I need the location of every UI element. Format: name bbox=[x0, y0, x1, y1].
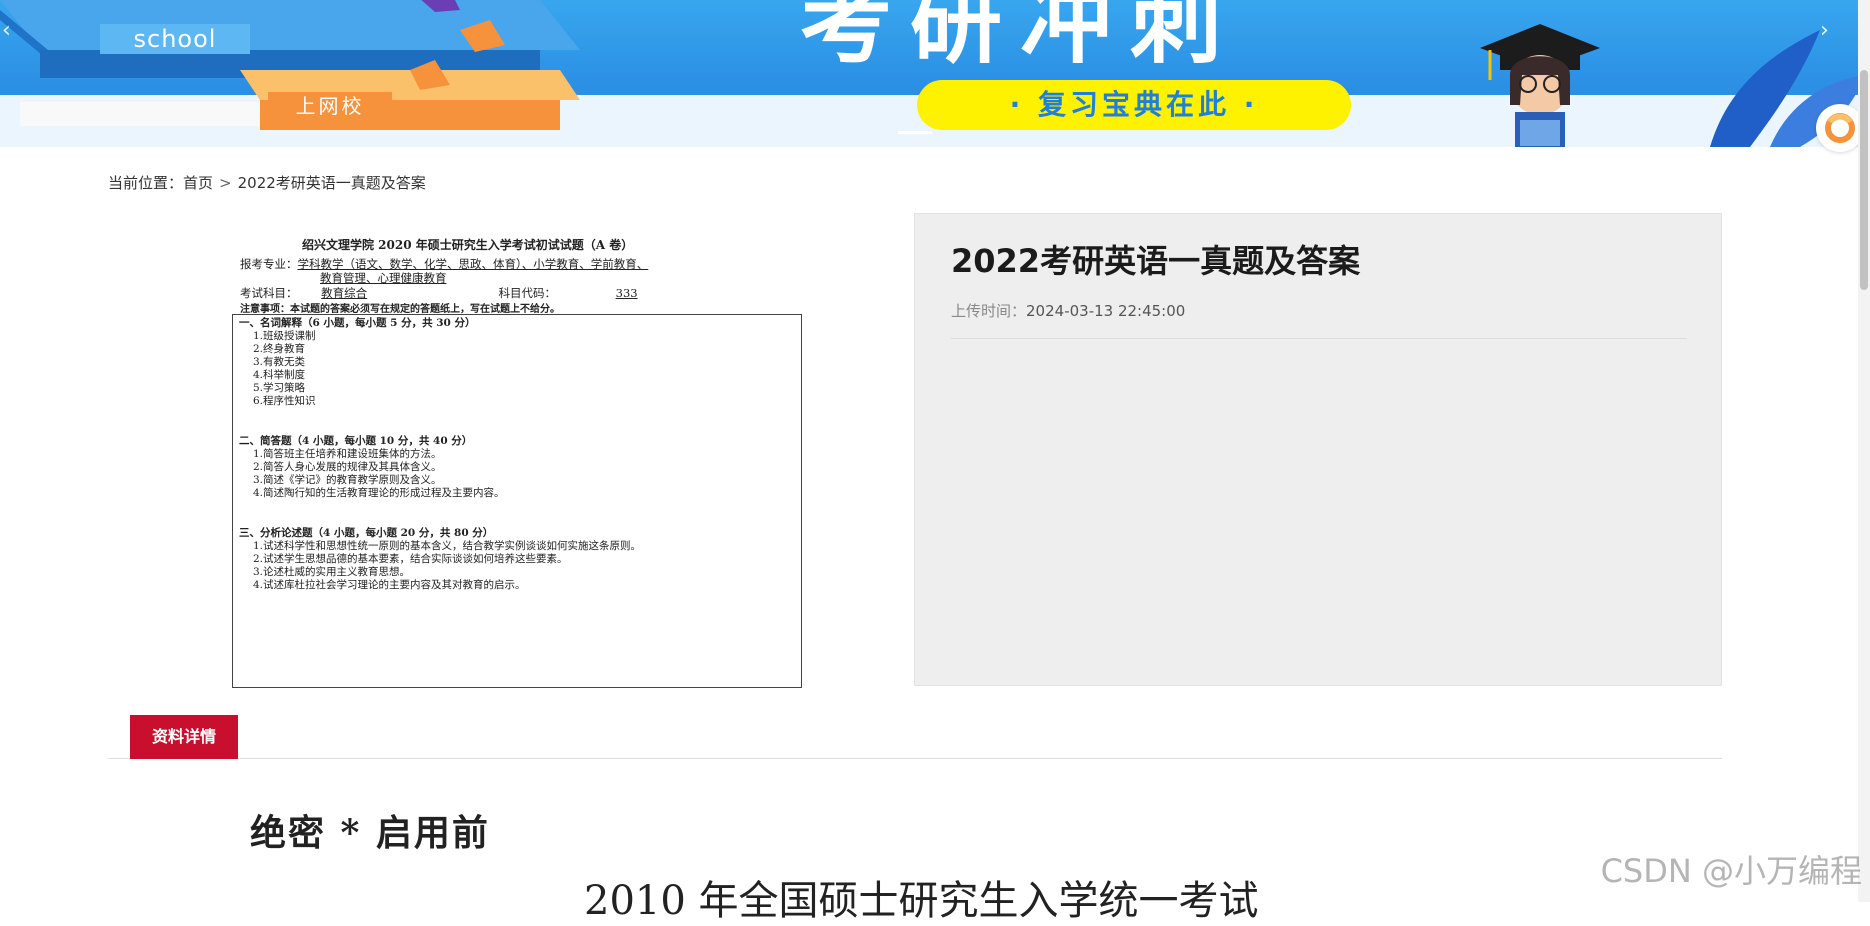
breadcrumb-separator: > bbox=[219, 173, 232, 192]
breadcrumb-current: 2022考研英语一真题及答案 bbox=[237, 174, 426, 192]
document-thumbnail[interactable]: 绍兴文理学院 2020 年硕士研究生入学考试初试试题（A 卷） 报考专业：学科教… bbox=[232, 232, 802, 688]
csdn-watermark: CSDN @小万编程 bbox=[1600, 852, 1862, 890]
scrollbar-thumb[interactable] bbox=[1860, 70, 1868, 290]
tab-bar-divider bbox=[108, 758, 1722, 759]
floating-assistant-button[interactable] bbox=[1816, 104, 1864, 152]
resource-title: 2022考研英语一真题及答案 bbox=[951, 242, 1361, 280]
doc-s2-item: 4.简述陶行知的生活教育理论的形成过程及主要内容。 bbox=[253, 487, 505, 499]
breadcrumb-prefix: 当前位置： bbox=[108, 174, 184, 192]
info-divider bbox=[951, 338, 1687, 339]
tab-resource-details[interactable]: 资料详情 bbox=[130, 715, 238, 759]
breadcrumb: 当前位置：首页 >2022考研英语一真题及答案 bbox=[108, 172, 426, 193]
swirl-logo-icon bbox=[1825, 113, 1855, 143]
doc-subject-value: 教育综合 bbox=[321, 286, 368, 300]
graduate-illustration bbox=[1480, 24, 1600, 147]
chevron-left-icon: ‹ bbox=[2, 18, 11, 43]
doc-subject-line: 考试科目： 教育综合 科目代码： 333 bbox=[240, 285, 730, 301]
doc-title: 绍兴文理学院 2020 年硕士研究生入学考试初试试题（A 卷） bbox=[302, 238, 634, 252]
resource-info-panel: 2022考研英语一真题及答案 上传时间：2024-03-13 22:45:00 bbox=[914, 213, 1722, 686]
banner-prev-arrow[interactable]: ‹ bbox=[2, 18, 11, 43]
top-banner[interactable]: school 上网校 考研冲刺 · 复习宝典在此 · ‹ › bbox=[0, 0, 1870, 147]
breadcrumb-home-link[interactable]: 首页 bbox=[183, 174, 213, 192]
school-label: school bbox=[100, 24, 250, 54]
upload-time: 上传时间：2024-03-13 22:45:00 bbox=[951, 300, 1185, 321]
doc-code-label: 科目代码： bbox=[498, 286, 556, 300]
page-scrollbar[interactable] bbox=[1858, 0, 1870, 902]
doc-s1-item: 6.程序性知识 bbox=[253, 395, 316, 407]
doc-major-value-2: 教育管理、心理健康教育 bbox=[320, 271, 447, 285]
banner-pill-button[interactable]: · 复习宝典在此 · bbox=[917, 80, 1351, 130]
doc-notice: 注意事项：本试题的答案必须写在规定的答题纸上，写在试题上不给分。 bbox=[240, 304, 560, 315]
online-school-label: 上网校 bbox=[268, 92, 392, 120]
doc-major-value-1: 学科教学（语文、数学、化学、思政、体育）、小学教育、学前教育、 bbox=[297, 257, 649, 271]
banner-headline: 考研冲刺 bbox=[800, 0, 1241, 76]
doc-s3-item: 4.试述库杜拉社会学习理论的主要内容及其对教育的启示。 bbox=[253, 579, 526, 591]
upload-time-label: 上传时间： bbox=[951, 302, 1027, 320]
doc-question-box: 一、名词解释（6 小题，每小题 5 分，共 30 分） 1.班级授课制 2.终身… bbox=[232, 314, 802, 688]
carousel-indicator-active[interactable] bbox=[898, 131, 932, 134]
doc-subject-label: 考试科目： bbox=[240, 286, 298, 300]
upload-time-value: 2024-03-13 22:45:00 bbox=[1026, 302, 1186, 320]
doc-major-line-2: 教育管理、心理健康教育 bbox=[320, 270, 447, 286]
doc-code-value: 333 bbox=[615, 286, 638, 300]
banner-next-arrow[interactable]: › bbox=[1820, 18, 1829, 43]
content-line-confidential: 绝密 * 启用前 bbox=[250, 812, 490, 854]
content-line-exam-title: 2010 年全国硕士研究生入学统一考试 bbox=[584, 878, 1259, 924]
chevron-right-icon: › bbox=[1820, 18, 1829, 43]
doc-major-label: 报考专业： bbox=[240, 257, 298, 271]
